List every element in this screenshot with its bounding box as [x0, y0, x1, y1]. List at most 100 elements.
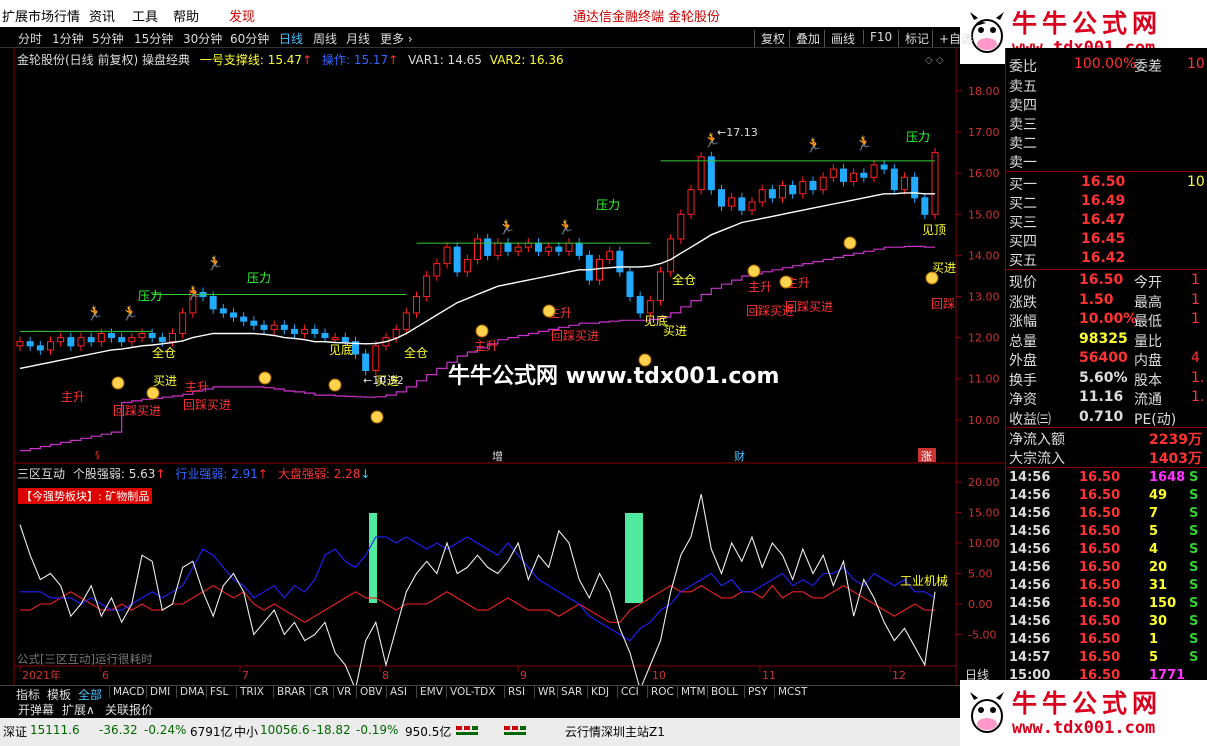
market-strength-value: 2.28	[333, 467, 361, 481]
menu-item-discover[interactable]: 发现	[229, 6, 255, 25]
indicator-item[interactable]: ASI	[386, 686, 407, 698]
indicator-item[interactable]: EMV	[416, 686, 443, 698]
related-quote-tab[interactable]: 关联报价	[105, 701, 153, 718]
candle-body	[667, 238, 675, 273]
indicator-item[interactable]: VOL-TDX	[446, 686, 495, 698]
sell-level-label: 卖五	[1009, 79, 1037, 95]
indicator-item[interactable]: WR	[534, 686, 556, 698]
industry-strength-label: 行业强弱:	[175, 467, 228, 481]
candle-body	[494, 242, 502, 256]
candle-body	[128, 337, 136, 343]
indicator-item[interactable]: DMA	[176, 686, 204, 698]
watermark-text: 牛牛公式网 www.tdx001.com	[448, 364, 780, 389]
candle-body	[616, 250, 624, 273]
adjust-button[interactable]: 复权	[754, 30, 785, 47]
menu-item-extended-market[interactable]: 扩展市场行情	[2, 6, 80, 25]
indicator-item[interactable]: MACD	[109, 686, 144, 698]
menu-item-help[interactable]: 帮助	[173, 6, 199, 25]
stat-value: 16.50	[1079, 272, 1124, 288]
stat-value-2: 1	[1191, 291, 1200, 308]
indicator-item[interactable]: FSL	[206, 686, 228, 698]
indicator-item[interactable]: CR	[310, 686, 329, 698]
osc-axis-label: 15.00	[968, 507, 1000, 520]
candle-body	[67, 337, 75, 347]
indicator-item[interactable]: SAR	[557, 686, 582, 698]
indicator-item[interactable]: RSI	[504, 686, 525, 698]
period-tab-daily[interactable]: 日线	[279, 30, 303, 47]
period-tab-monthly[interactable]: 月线	[346, 30, 370, 47]
operation-value: 15.17	[353, 53, 389, 67]
candle-body	[413, 296, 420, 314]
quote-row: 买二 16.49	[1009, 193, 1207, 213]
chart-signal-label: 回踩买进	[113, 404, 161, 418]
stat-value: 56400	[1079, 350, 1128, 366]
expand-tab[interactable]: 扩展∧	[62, 701, 95, 718]
tick-side: S	[1189, 578, 1199, 593]
period-tab-30min[interactable]: 30分钟	[183, 30, 222, 47]
candle-body	[799, 180, 807, 195]
stock-strength-label: 个股强弱:	[72, 467, 125, 481]
indicator-item[interactable]: BRAR	[273, 686, 306, 698]
period-tab-15min[interactable]: 15分钟	[134, 30, 173, 47]
money-bag-icon	[925, 271, 939, 285]
quote-row: 净流入额 2239万	[1009, 429, 1207, 449]
stat-value: 98325	[1079, 330, 1128, 347]
candle-body	[250, 320, 258, 326]
quote-row: 卖五	[1009, 76, 1207, 96]
stat-label: 外盘	[1009, 353, 1037, 369]
draw-button[interactable]: 画线	[824, 30, 855, 47]
tick-side: S	[1189, 650, 1199, 665]
overlay-button[interactable]: 叠加	[789, 30, 820, 47]
tick-price: 16.50	[1079, 470, 1121, 485]
menu-item-tools[interactable]: 工具	[132, 6, 158, 25]
danmu-tab[interactable]: 开弹幕	[18, 701, 54, 718]
candle-body	[484, 238, 492, 256]
sector-label: 工业机械	[900, 574, 949, 588]
indicator-item[interactable]: CCI	[617, 686, 639, 698]
indicator-item[interactable]: MCST	[774, 686, 807, 698]
indicator-item[interactable]: TRIX	[236, 686, 264, 698]
add-watchlist-button[interactable]: +自选	[932, 30, 973, 47]
tick-time: 14:56	[1009, 542, 1051, 557]
indicator-item[interactable]: MTM	[677, 686, 706, 698]
candle-body	[768, 189, 776, 199]
period-tab-more[interactable]: 更多 ›	[380, 30, 413, 47]
tick-volume: 5	[1149, 524, 1159, 539]
index-sme-pct: -0.19%	[356, 723, 399, 737]
period-tab-weekly[interactable]: 周线	[313, 30, 337, 47]
indicator-item[interactable]: OBV	[356, 686, 382, 698]
quote-row: 买五 16.42	[1009, 250, 1207, 270]
candle-body	[850, 172, 858, 182]
period-tab-1min[interactable]: 1分钟	[52, 30, 84, 47]
indicator-item[interactable]: BOLL	[707, 686, 738, 698]
candle-body	[707, 156, 715, 191]
indicator-item[interactable]: PSY	[744, 686, 767, 698]
stat-value-2: 1.	[1191, 369, 1205, 386]
tick-price: 16.50	[1079, 650, 1121, 665]
menu-item-news[interactable]: 资讯	[89, 6, 115, 25]
period-tab-intraday[interactable]: 分时	[18, 30, 42, 47]
sell-level-label: 卖四	[1009, 98, 1037, 114]
indicator-item[interactable]: VR	[333, 686, 351, 698]
osc-axis-label: -5.00	[968, 629, 996, 642]
bottom-tabs: 开弹幕 扩展∧ 关联报价	[0, 700, 260, 717]
quote-row: 委比 100.00% 委差 10	[1009, 56, 1207, 76]
time-axis-label: 9	[520, 669, 527, 682]
period-tab-5min[interactable]: 5分钟	[92, 30, 124, 47]
tick-side: S	[1189, 596, 1199, 611]
candle-body	[453, 246, 461, 273]
candle-body	[636, 296, 644, 314]
indicator-item[interactable]: ROC	[647, 686, 674, 698]
period-tab-60min[interactable]: 60分钟	[230, 30, 269, 47]
quote-row: 买三 16.47	[1009, 212, 1207, 232]
f10-button[interactable]: F10	[863, 30, 892, 44]
candle-body	[524, 242, 532, 248]
candle-body	[16, 341, 24, 347]
indicator-item[interactable]: KDJ	[587, 686, 609, 698]
indicator-item[interactable]: DMI	[146, 686, 170, 698]
tick-time: 14:56	[1009, 488, 1051, 503]
strong-sector-badge: 【今强势板块】: 矿物制品	[18, 488, 153, 504]
candle-body	[687, 189, 695, 215]
mark-button[interactable]: 标记	[898, 30, 929, 47]
stat-value: 10.00%	[1079, 311, 1138, 327]
